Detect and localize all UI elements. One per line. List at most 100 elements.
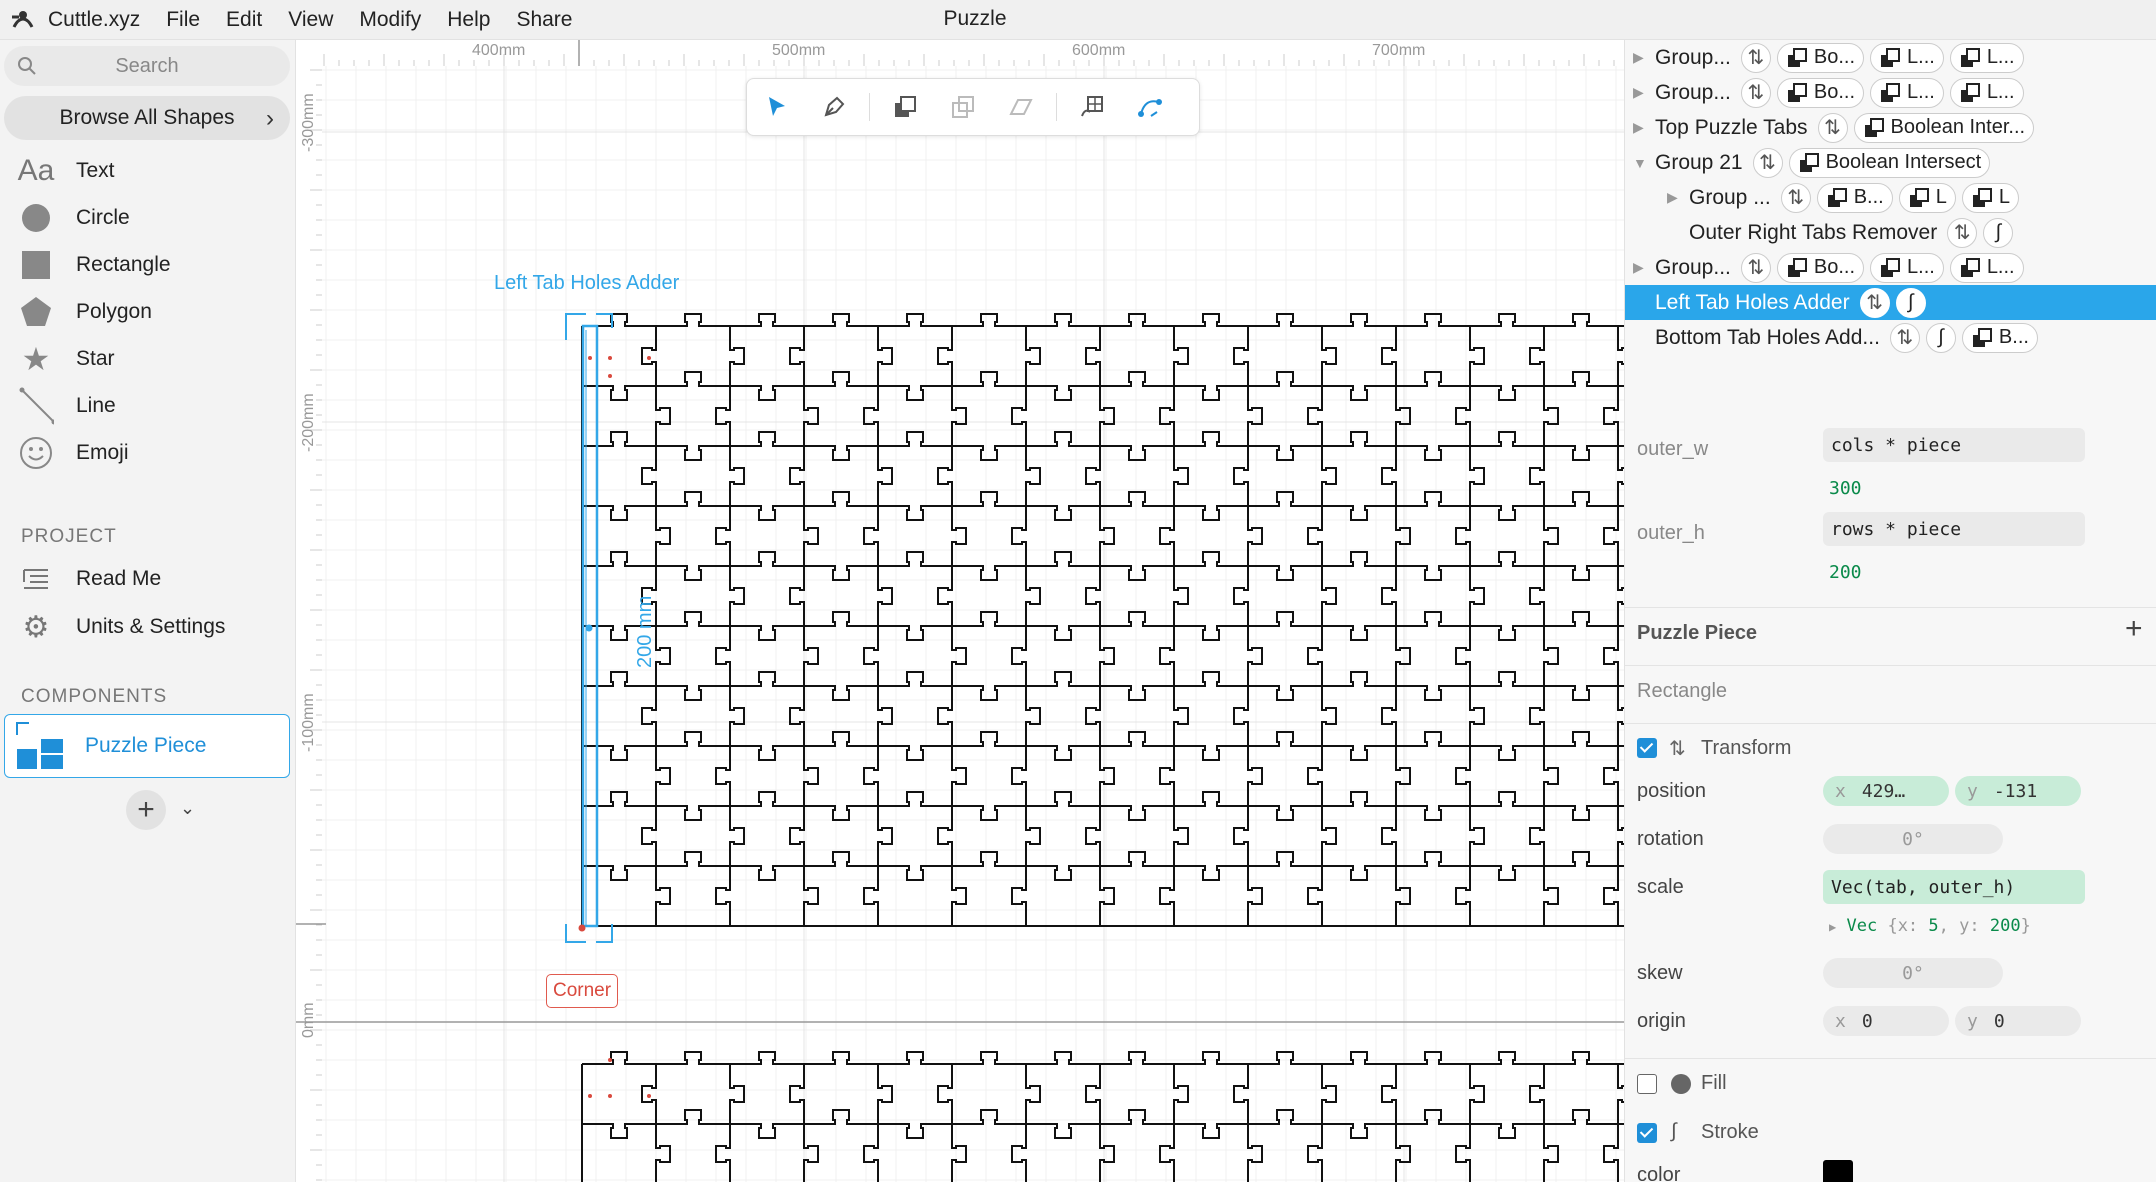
- position-x-field[interactable]: x 429…: [1823, 776, 1949, 806]
- modifier-pill[interactable]: L...: [1870, 42, 1944, 73]
- modifier-pill[interactable]: L...: [1949, 42, 2024, 73]
- app-brand[interactable]: Cuttle.xyz: [48, 8, 140, 32]
- menu-share[interactable]: Share: [516, 8, 572, 32]
- modifier-pill[interactable]: L: [1961, 182, 2019, 213]
- rivet-icon[interactable]: [1063, 78, 1121, 136]
- transform-modifier-icon[interactable]: ⇅: [1817, 112, 1848, 143]
- canvas[interactable]: 400mm 500mm 600mm 700mm -300mm -200mm -1…: [296, 40, 1624, 1182]
- search-input[interactable]: Search: [4, 46, 290, 86]
- menu-edit[interactable]: Edit: [226, 8, 262, 32]
- modifier-pill[interactable]: L...: [1870, 252, 1944, 283]
- stroke-modifier-icon[interactable]: ∫: [1895, 287, 1926, 318]
- transform-checkbox[interactable]: [1637, 738, 1657, 758]
- position-y-field[interactable]: y -131: [1955, 776, 2081, 806]
- shape-label: Circle: [76, 206, 130, 229]
- menu-modify[interactable]: Modify: [359, 8, 421, 32]
- modifier-pill[interactable]: Bo...: [1776, 252, 1865, 283]
- modifier-pill[interactable]: Bo...: [1776, 77, 1865, 108]
- chevron-down-icon[interactable]: ▼: [1633, 155, 1649, 171]
- layer-name: Bottom Tab Holes Add...: [1655, 325, 1880, 349]
- modifier-pill[interactable]: L...: [1949, 77, 2024, 108]
- add-component-button[interactable]: +: [126, 790, 166, 830]
- stroke-modifier-icon[interactable]: ∫: [1983, 217, 2014, 248]
- send-backward-icon[interactable]: [934, 78, 992, 136]
- chevron-down-icon[interactable]: ⌄: [180, 798, 195, 819]
- skew-field[interactable]: 0°: [1823, 958, 2003, 988]
- menubar: Cuttle.xyz File Edit View Modify Help Sh…: [0, 0, 2156, 40]
- bring-forward-icon[interactable]: [876, 78, 934, 136]
- shape-text[interactable]: Aa Text: [0, 148, 296, 194]
- chevron-right-icon[interactable]: ▶: [1633, 84, 1649, 101]
- layer-row[interactable]: ▶ Group... ⇅ Bo... L... L...: [1625, 250, 2156, 285]
- project-item-label: Read Me: [76, 567, 162, 590]
- add-parameter-button[interactable]: +: [2125, 612, 2143, 646]
- transform-modifier-icon[interactable]: ⇅: [1740, 42, 1771, 73]
- chevron-right-icon[interactable]: ▶: [1633, 259, 1649, 276]
- transform-modifier-icon[interactable]: ⇅: [1740, 77, 1771, 108]
- transform-modifier-icon[interactable]: ⇅: [1889, 322, 1920, 353]
- modifier-pill[interactable]: L...: [1870, 77, 1944, 108]
- layer-row[interactable]: ▶ Group ... ⇅ B... L L: [1625, 180, 2156, 215]
- rotation-field[interactable]: 0°: [1823, 824, 2003, 854]
- stroke-color-swatch[interactable]: [1823, 1160, 1853, 1182]
- transform-modifier-icon[interactable]: ⇅: [1947, 217, 1978, 248]
- star-icon: ★: [21, 341, 51, 377]
- layer-row[interactable]: ▶ Group... ⇅ Bo... L... L...: [1625, 40, 2156, 75]
- browse-all-shapes-button[interactable]: Browse All Shapes ›: [4, 96, 290, 140]
- origin-x-field[interactable]: x0: [1823, 1006, 1949, 1036]
- transform-modifier-icon[interactable]: ⇅: [1752, 147, 1783, 178]
- menu-help[interactable]: Help: [447, 8, 490, 32]
- fill-checkbox[interactable]: [1637, 1074, 1657, 1094]
- transform-modifier-icon[interactable]: ⇅: [1780, 182, 1811, 213]
- menu-view[interactable]: View: [288, 8, 333, 32]
- project-units-settings[interactable]: ⚙ Units & Settings: [0, 604, 296, 650]
- layer-row[interactable]: ▼ Group 21 ⇅ Boolean Intersect: [1625, 145, 2156, 180]
- scale-expression[interactable]: Vec(tab, outer_h): [1823, 870, 2085, 904]
- shape-line[interactable]: Line: [0, 383, 296, 429]
- scale-result: ▶ Vec {x: 5, y: 200}: [1829, 916, 2031, 936]
- component-puzzle-piece[interactable]: Puzzle Piece: [4, 714, 290, 778]
- modifier-pill[interactable]: L...: [1949, 252, 2024, 283]
- modifier-pill[interactable]: Boolean Intersect: [1788, 147, 1991, 178]
- shape-emoji[interactable]: Emoji: [0, 430, 296, 476]
- pen-tool-icon[interactable]: [805, 78, 863, 136]
- corner-tag[interactable]: Corner: [546, 974, 619, 1008]
- modifier-pill[interactable]: B...: [1816, 182, 1893, 213]
- shape-polygon[interactable]: Polygon: [0, 289, 296, 335]
- component-thumbnail-icon: [16, 722, 63, 769]
- layer-name: Left Tab Holes Adder: [1655, 290, 1850, 314]
- transform-modifier-icon[interactable]: ⇅: [1740, 252, 1771, 283]
- stroke-checkbox[interactable]: [1637, 1123, 1657, 1143]
- param-outer-h-expression[interactable]: rows * piece: [1823, 512, 2085, 546]
- layer-name: Group...: [1655, 80, 1731, 104]
- chevron-right-icon[interactable]: ▶: [1667, 189, 1683, 206]
- shape-rectangle[interactable]: Rectangle: [0, 242, 296, 288]
- select-tool-icon[interactable]: [747, 78, 805, 136]
- param-outer-w-expression[interactable]: cols * piece: [1823, 428, 2085, 462]
- layer-row[interactable]: ▶ Group... ⇅ Bo... L... L...: [1625, 75, 2156, 110]
- shape-label: Line: [76, 394, 116, 417]
- origin-y-field[interactable]: y0: [1955, 1006, 2081, 1036]
- shape-star[interactable]: ★ Star: [0, 336, 296, 382]
- send-to-back-icon[interactable]: [992, 78, 1050, 136]
- layer-row[interactable]: Left Tab Holes Adder ⇅ ∫: [1625, 285, 2156, 320]
- menu-file[interactable]: File: [166, 8, 200, 32]
- transform-modifier-icon[interactable]: ⇅: [1859, 287, 1890, 318]
- stroke-modifier-icon[interactable]: ∫: [1925, 322, 1956, 353]
- chevron-right-icon[interactable]: ▶: [1633, 49, 1649, 66]
- chevron-right-icon[interactable]: ▶: [1633, 119, 1649, 136]
- project-read-me[interactable]: Read Me: [0, 556, 296, 602]
- layer-row[interactable]: ▶ Top Puzzle Tabs ⇅ Boolean Inter...: [1625, 110, 2156, 145]
- modifier-pill[interactable]: L: [1898, 182, 1956, 213]
- modifier-pill[interactable]: Boolean Inter...: [1853, 112, 2035, 143]
- modifier-pill[interactable]: Bo...: [1776, 42, 1865, 73]
- layer-row[interactable]: Bottom Tab Holes Add... ⇅ ∫ B...: [1625, 320, 2156, 355]
- polygon-icon: [18, 294, 54, 330]
- node-edit-icon[interactable]: [1121, 78, 1179, 136]
- chevron-right-icon: ›: [266, 105, 274, 132]
- layer-row[interactable]: Outer Right Tabs Remover ⇅ ∫: [1625, 215, 2156, 250]
- modifier-label: Boolean Inter...: [1890, 116, 2026, 138]
- modifier-pill[interactable]: B...: [1961, 322, 2038, 353]
- shape-circle[interactable]: Circle: [0, 195, 296, 241]
- modifier-label: L...: [1907, 81, 1935, 103]
